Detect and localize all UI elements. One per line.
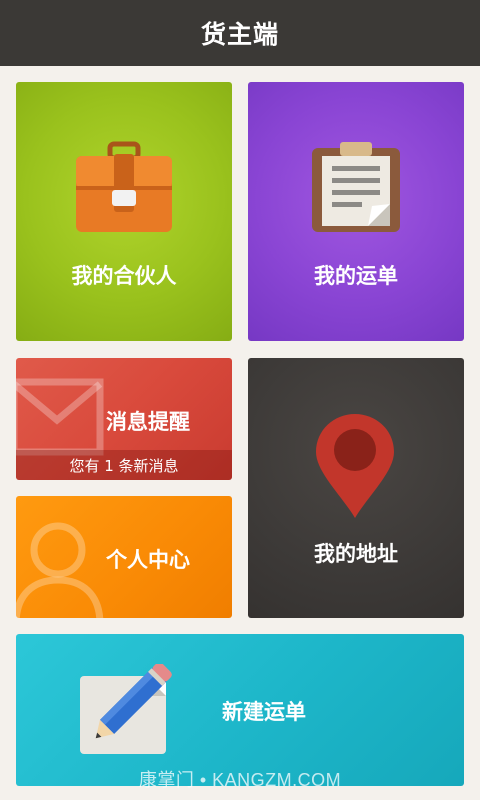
tile-personal-center[interactable]: 个人中心 <box>16 496 232 618</box>
tile-label: 个人中心 <box>106 548 190 572</box>
page-title: 货主端 <box>200 20 279 49</box>
tile-new-waybill[interactable]: 新建运单 <box>16 634 464 786</box>
notice-text: 您有 1 条新消息 <box>69 456 179 475</box>
tile-my-address[interactable]: 我的地址 <box>248 358 464 618</box>
briefcase-icon <box>76 141 172 232</box>
envelope-icon <box>16 378 104 456</box>
tile-label: 消息提醒 <box>106 410 190 434</box>
tile-my-waybills[interactable]: 我的运单 <box>248 82 464 341</box>
tile-my-partners[interactable]: 我的合伙人 <box>16 82 232 341</box>
person-icon <box>16 522 104 618</box>
new-message-notice: 您有 1 条新消息 <box>16 450 232 480</box>
tile-label: 新建运单 <box>222 700 306 724</box>
title-bar: 货主端 <box>0 0 480 66</box>
watermark: 康掌门 • KANGZM.COM <box>138 770 342 790</box>
tile-message-reminder[interactable]: 消息提醒 您有 1 条新消息 <box>16 358 232 480</box>
tile-label: 我的合伙人 <box>71 264 177 288</box>
tile-label: 我的运单 <box>314 264 398 288</box>
pencil-note-icon <box>80 664 172 754</box>
tile-label: 我的地址 <box>314 542 398 566</box>
map-pin-icon <box>316 414 394 518</box>
clipboard-icon <box>312 142 400 232</box>
